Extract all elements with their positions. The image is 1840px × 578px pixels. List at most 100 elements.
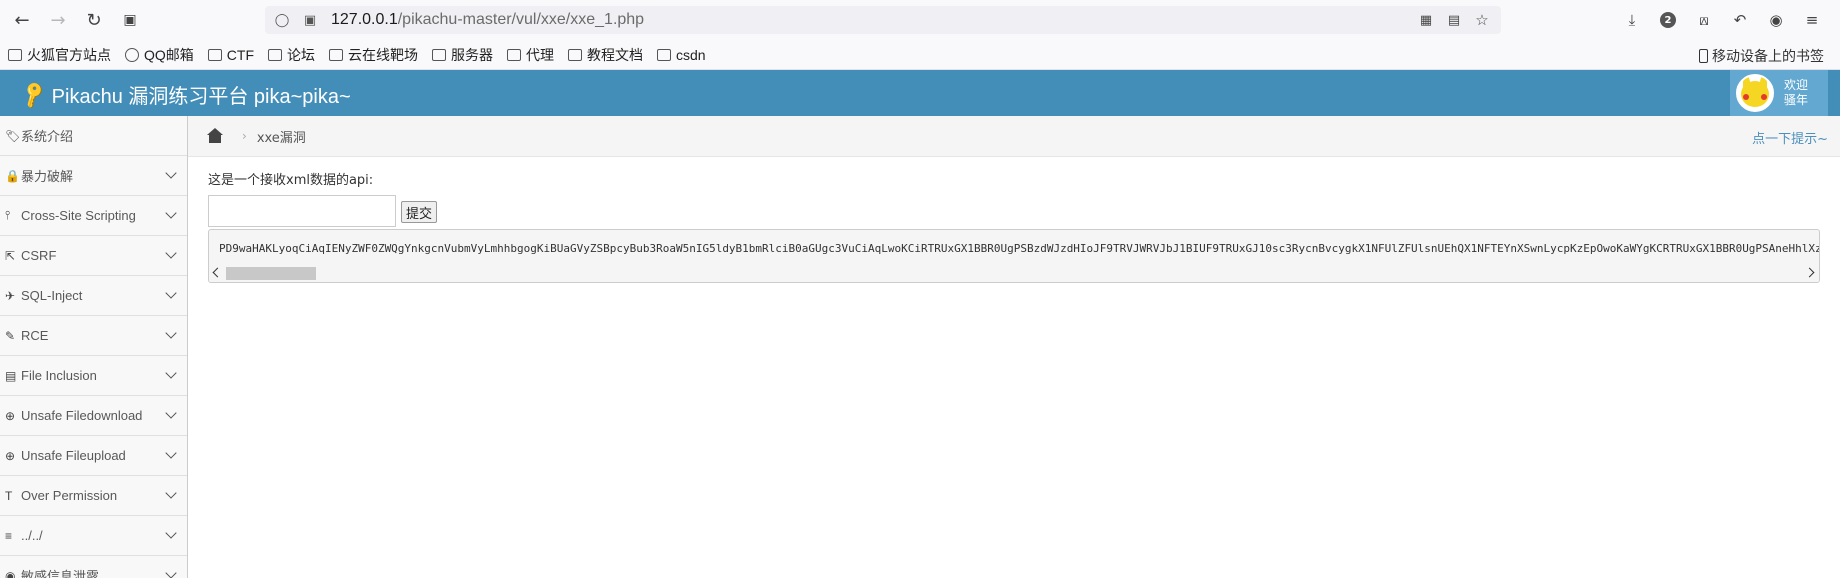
sidebar-item-dir-traversal[interactable]: ≡ ../../: [0, 516, 187, 556]
bookmark-label: CTF: [226, 46, 254, 63]
sidebar-item-label: 敏感信息泄露: [21, 569, 100, 578]
breadcrumb: › xxe漏洞 点一下提示~: [188, 116, 1840, 157]
sidebar-item-over-permission[interactable]: T Over Permission: [0, 476, 187, 516]
welcome-line-1: 欢迎: [1784, 78, 1809, 92]
bookmark-item[interactable]: 火狐官方站点: [8, 45, 111, 65]
address-bar[interactable]: ◯ ▣ 127.0.0.1/pikachu-master/vul/xxe/xxe…: [265, 6, 1501, 34]
forward-icon[interactable]: →: [44, 6, 72, 34]
welcome-text: 欢迎 骚年: [1784, 78, 1808, 108]
sidebar-item-sqli[interactable]: ✈ SQL-Inject: [0, 276, 187, 316]
key-icon: 🔑: [18, 79, 50, 110]
folder-icon: [657, 48, 671, 61]
file-icon: ▤: [5, 368, 17, 383]
bookmark-label: 教程文档: [587, 46, 643, 63]
bookmark-item[interactable]: CTF: [207, 46, 254, 63]
sidebar-item-rce[interactable]: ✎ RCE: [0, 316, 187, 356]
bookmark-item[interactable]: 教程文档: [568, 45, 643, 65]
submit-button[interactable]: 提交: [401, 201, 438, 223]
camera-icon: ◉: [5, 568, 16, 578]
bookmarks-bar: 火狐官方站点 QQ邮箱 CTF 论坛 云在线靶场 服务器 代理 教程文档 csd…: [0, 40, 1840, 70]
folder-icon: [329, 48, 343, 61]
bookmark-label: csdn: [676, 46, 706, 63]
folder-icon: [432, 48, 446, 61]
sidebar-item-label: 暴力破解: [21, 169, 74, 184]
extension-badge[interactable]: 2: [1654, 6, 1682, 34]
reload-icon[interactable]: ↻: [80, 6, 108, 34]
bookmark-item[interactable]: 代理: [507, 45, 554, 65]
bookmark-item[interactable]: 服务器: [432, 45, 493, 65]
folder-icon: [8, 48, 22, 61]
upload-circle-icon: ⊕: [5, 448, 16, 463]
reader-icon[interactable]: ▤: [1443, 9, 1465, 31]
home-icon[interactable]: [206, 128, 224, 144]
scroll-left-icon[interactable]: [212, 267, 223, 278]
bookmark-item[interactable]: csdn: [657, 47, 706, 63]
horizontal-scrollbar[interactable]: [209, 264, 1819, 282]
crop-icon[interactable]: ⟎: [1690, 6, 1718, 34]
shield-icon[interactable]: ◯: [271, 9, 293, 31]
sidebar-item-filedownload[interactable]: ⊕ Unsafe Filedownload: [0, 396, 187, 436]
bookmark-label: QQ邮箱: [144, 46, 194, 63]
scroll-thumb[interactable]: [226, 267, 316, 280]
url-path: /pikachu-master/vul/xxe/xxe_1.php: [397, 11, 645, 28]
chevron-down-icon: [165, 207, 177, 219]
mobile-bookmarks-label: 移动设备上的书签: [1712, 49, 1824, 65]
sidebar-item-label: Unsafe Fileupload: [21, 448, 126, 463]
chevron-down-icon: [165, 487, 177, 499]
brand[interactable]: 🔑 Pikachu 漏洞练习平台 pika~pika~: [19, 80, 351, 110]
star-icon[interactable]: ☆: [1471, 9, 1493, 31]
chevron-down-icon: [165, 407, 177, 419]
scroll-right-icon[interactable]: [1804, 267, 1815, 278]
app-header: 🔑 Pikachu 漏洞练习平台 pika~pika~ 欢迎 骚年: [0, 70, 1840, 116]
bookmark-item[interactable]: QQ邮箱: [125, 45, 194, 65]
sidebar-item-label: RCE: [21, 328, 49, 343]
bookmark-label: 代理: [526, 46, 554, 63]
output-box: PD9waHAKLyoqCiAqIENyZWF0ZWQgYnkgcnVubmVy…: [208, 229, 1820, 283]
back-icon[interactable]: ←: [8, 6, 36, 34]
badge-count: 2: [1660, 12, 1676, 28]
chevron-down-icon: [165, 167, 177, 179]
chevron-right-icon: ›: [242, 129, 247, 143]
sidebar-item-intro[interactable]: 🏷 系统介绍: [0, 116, 187, 156]
bookmark-label: 服务器: [451, 46, 493, 63]
sidebar-item-xss[interactable]: ⫯ Cross-Site Scripting: [0, 196, 187, 236]
sidebar-item-csrf[interactable]: ⇱ CSRF: [0, 236, 187, 276]
chevron-down-icon: [165, 287, 177, 299]
sidebar-item-fileupload[interactable]: ⊕ Unsafe Fileupload: [0, 436, 187, 476]
share-icon: ⇱: [5, 248, 16, 263]
browser-toolbar: ← → ↻ ▣ ◯ ▣ 127.0.0.1/pikachu-master/vul…: [0, 0, 1840, 40]
sidebar-item-label: File Inclusion: [21, 368, 97, 383]
lock-icon: 🔒: [5, 168, 20, 183]
download-icon[interactable]: ⤓: [1618, 6, 1646, 34]
avatar-cheek: [1761, 94, 1767, 100]
pencil-icon: ✎: [5, 328, 16, 343]
sidebar-item-label: Unsafe Filedownload: [21, 408, 143, 423]
screenshot-icon[interactable]: ▣: [116, 6, 144, 34]
chevron-down-icon: [165, 247, 177, 259]
avatar: [1736, 74, 1774, 112]
text-height-icon: T: [5, 488, 13, 503]
account-icon[interactable]: ◉: [1762, 6, 1790, 34]
qr-icon[interactable]: ▦: [1415, 9, 1437, 31]
user-menu[interactable]: 欢迎 骚年: [1730, 70, 1828, 116]
xml-input[interactable]: [208, 195, 396, 227]
sidebar-item-info-leak[interactable]: ◉ 敏感信息泄露: [0, 556, 187, 578]
sidebar-item-file-inclusion[interactable]: ▤ File Inclusion: [0, 356, 187, 396]
hint-link[interactable]: 点一下提示~: [1752, 128, 1828, 147]
bookmark-item[interactable]: 云在线靶场: [329, 45, 418, 65]
tags-icon: 🏷: [5, 128, 21, 143]
app-title: Pikachu 漏洞练习平台 pika~pika~: [51, 86, 351, 108]
main-content: 这是一个接收xml数据的api: 提交 PD9waHAKLyoqCiAqIENy…: [188, 157, 1840, 578]
page-info-icon[interactable]: ▣: [299, 9, 321, 31]
sidebar-item-bruteforce[interactable]: 🔒 暴力破解: [0, 156, 187, 196]
bookmark-item[interactable]: 论坛: [268, 45, 315, 65]
menu-icon[interactable]: ≡: [1798, 6, 1826, 34]
align-left-icon: ≡: [5, 528, 13, 543]
url-text[interactable]: 127.0.0.1/pikachu-master/vul/xxe/xxe_1.p…: [331, 11, 644, 29]
mobile-bookmarks[interactable]: 移动设备上的书签: [1699, 46, 1824, 66]
chevron-down-icon: [165, 567, 177, 578]
undo-icon[interactable]: ↶: [1726, 6, 1754, 34]
folder-icon: [507, 48, 521, 61]
chevron-down-icon: [165, 367, 177, 379]
sidebar-item-label: CSRF: [21, 248, 57, 263]
